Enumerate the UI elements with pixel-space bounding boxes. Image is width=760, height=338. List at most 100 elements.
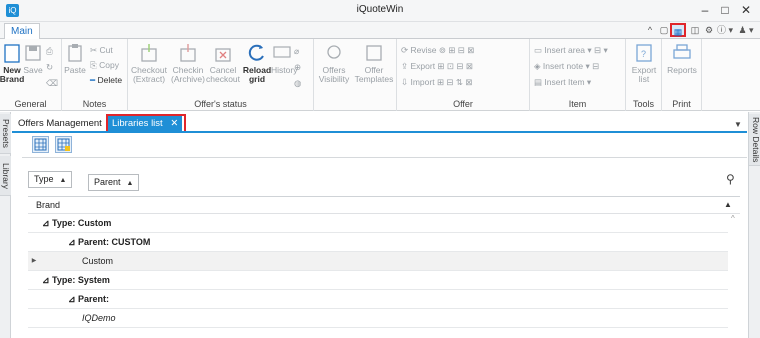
- document-tabs: Offers Management Libraries list ✕: [12, 114, 747, 133]
- checkout-icon: [141, 44, 157, 62]
- tab-underline: [12, 131, 747, 133]
- group-chip-type[interactable]: Type ▲: [28, 171, 73, 188]
- ribbon-tab-row: Main ^ ▢ ▦ ◫ ⚙ ⓘ ▾ ♟ ▾: [0, 22, 760, 39]
- offer-row3-icons: ⊞ ⊟ ⇅ ⊠: [434, 77, 473, 87]
- edit-library-button[interactable]: [55, 136, 72, 153]
- tabs-dropdown-icon[interactable]: ▼: [734, 120, 742, 129]
- insert-item-icon: ▤: [534, 77, 545, 87]
- group-print: Reports Print: [662, 39, 702, 111]
- import-button[interactable]: ⇩ Import ⊞ ⊟ ⇅ ⊠: [401, 76, 473, 88]
- cell-brand: Custom: [82, 256, 114, 266]
- paste-icon: [68, 44, 82, 62]
- history-button[interactable]: History: [271, 42, 297, 75]
- window-icon[interactable]: ▢: [658, 23, 670, 37]
- scroll-up-icon[interactable]: ^: [731, 214, 735, 223]
- reload-grid-label: Reload grid: [242, 65, 272, 84]
- group-chip-parent-label: Parent: [94, 177, 121, 187]
- group-chip-parent[interactable]: Parent ▲: [88, 174, 140, 191]
- group-row[interactable]: ⊿ Parent:: [28, 290, 728, 309]
- grid-view-icon[interactable]: ▦: [670, 23, 686, 37]
- insert-note-label: Insert note: [542, 61, 584, 71]
- search-icon[interactable]: ⚲: [726, 172, 735, 186]
- maximize-button[interactable]: □: [716, 2, 734, 19]
- delete-button[interactable]: ━ Delete: [90, 74, 122, 86]
- cancel-checkout-icon: [215, 48, 231, 62]
- new-document-icon: [4, 44, 20, 63]
- cancel-checkout-label: Cancel checkout: [206, 65, 241, 84]
- insert-area-button[interactable]: ▭ Insert area ▾ ⊟ ▾: [534, 44, 608, 56]
- group-notes-label: Notes: [82, 99, 107, 109]
- group-row[interactable]: ⊿ Type: Custom: [28, 214, 728, 233]
- history-icon: [273, 46, 291, 58]
- delete-label: Delete: [97, 75, 123, 85]
- small-bin-icon[interactable]: ⌫: [46, 77, 58, 89]
- group-row[interactable]: ⊿ Type: System: [28, 271, 728, 290]
- row-details-tab[interactable]: Row Details: [749, 114, 760, 166]
- presets-tab[interactable]: Presets: [0, 114, 11, 154]
- small-globe-icon[interactable]: ◍: [294, 77, 301, 89]
- small-copy-icon[interactable]: ⊕: [294, 61, 301, 73]
- group-print-label: Print: [672, 99, 691, 109]
- info-icon[interactable]: ⓘ ▾: [716, 23, 734, 37]
- copy-label: Copy: [99, 60, 120, 70]
- add-library-button[interactable]: [32, 136, 49, 153]
- tab-offers-management[interactable]: Offers Management: [14, 116, 106, 131]
- user-icon[interactable]: ♟ ▾: [736, 23, 756, 37]
- reload-icon: [248, 44, 264, 61]
- save-button[interactable]: Save: [22, 42, 44, 75]
- cancel-checkout-button[interactable]: Cancel checkout: [206, 42, 240, 84]
- small-refresh-icon[interactable]: ↻: [46, 61, 53, 73]
- table-row[interactable]: IQDemo: [28, 309, 728, 328]
- group-by-panel: Type ▲ Parent ▲ ⚲: [22, 164, 747, 194]
- left-side-panel: Presets Library: [0, 112, 11, 338]
- layout-icon[interactable]: ◫: [689, 23, 701, 37]
- library-tab[interactable]: Library: [0, 156, 11, 196]
- small-edit-icon[interactable]: ⎙: [46, 45, 53, 57]
- libraries-grid: Brand ▲ ⊿ Type: Custom ⊿ Parent: CUSTOM …: [28, 196, 740, 338]
- table-row[interactable]: ▶ Custom: [28, 252, 728, 271]
- revise-button[interactable]: ⟳ Revise ⊚ ⊞ ⊟ ⊠: [401, 44, 474, 56]
- insert-item-button[interactable]: ▤ Insert Item ▾: [534, 76, 591, 88]
- save-label: Save: [23, 65, 43, 75]
- vertical-scrollbar[interactable]: ^: [730, 214, 740, 338]
- right-side-panel: Row Details: [748, 112, 760, 338]
- column-header-brand[interactable]: Brand: [36, 200, 60, 210]
- group-row[interactable]: ⊿ Parent: CUSTOM: [28, 233, 728, 252]
- export-list-button[interactable]: ? Export list: [628, 42, 660, 84]
- copy-button[interactable]: ⎘ Copy: [90, 59, 119, 71]
- checkin-button[interactable]: Checkin (Archive): [170, 42, 206, 84]
- minimize-button[interactable]: –: [696, 2, 714, 19]
- export-button[interactable]: ⇪ Export ⊞ ⊡ ⊟ ⊠: [401, 60, 473, 72]
- cut-button[interactable]: ✂ Cut: [90, 44, 113, 56]
- toolbar-separator: [22, 157, 747, 158]
- tab-main[interactable]: Main: [4, 23, 40, 39]
- paste-button[interactable]: Paste: [64, 42, 86, 75]
- group-offer-status-label: Offer's status: [194, 99, 247, 109]
- save-icon: [25, 45, 41, 61]
- group-notes: Paste ✂ Cut ⎘ Copy ━ Delete Notes: [62, 39, 128, 111]
- cut-label: Cut: [99, 45, 113, 55]
- templates-icon: [366, 45, 382, 61]
- sort-asc-icon: ▲: [126, 180, 134, 187]
- export-label: Export: [410, 61, 436, 71]
- checkout-button[interactable]: Checkout (Extract): [128, 42, 170, 84]
- copy-icon: ⎘: [90, 60, 100, 70]
- app-icon: iQ: [6, 4, 19, 17]
- group-item: ▭ Insert area ▾ ⊟ ▾ ◈ Insert note ▾ ⊟ ▤ …: [530, 39, 626, 111]
- small-link-icon[interactable]: ⌀: [294, 45, 299, 57]
- reports-button[interactable]: Reports: [664, 42, 700, 75]
- title-bar: iQ iQuoteWin – □ ✕: [0, 0, 760, 22]
- export-list-icon: ?: [636, 44, 652, 62]
- offer-templates-button[interactable]: Offer Templates: [354, 42, 394, 84]
- reload-grid-button[interactable]: Reload grid: [242, 42, 272, 84]
- collapse-ribbon-icon[interactable]: ^: [644, 23, 656, 37]
- window-title: iQuoteWin: [356, 4, 404, 15]
- offers-visibility-button[interactable]: Offers Visibility: [314, 42, 354, 84]
- sort-asc-icon[interactable]: ▲: [724, 200, 732, 209]
- gear-icon[interactable]: ⚙: [703, 23, 715, 37]
- offer-templates-label: Offer Templates: [354, 65, 394, 84]
- visibility-icon: [327, 45, 341, 59]
- insert-note-button[interactable]: ◈ Insert note ▾ ⊟: [534, 60, 599, 72]
- close-button[interactable]: ✕: [737, 2, 755, 19]
- new-brand-label: New Brand: [0, 65, 25, 84]
